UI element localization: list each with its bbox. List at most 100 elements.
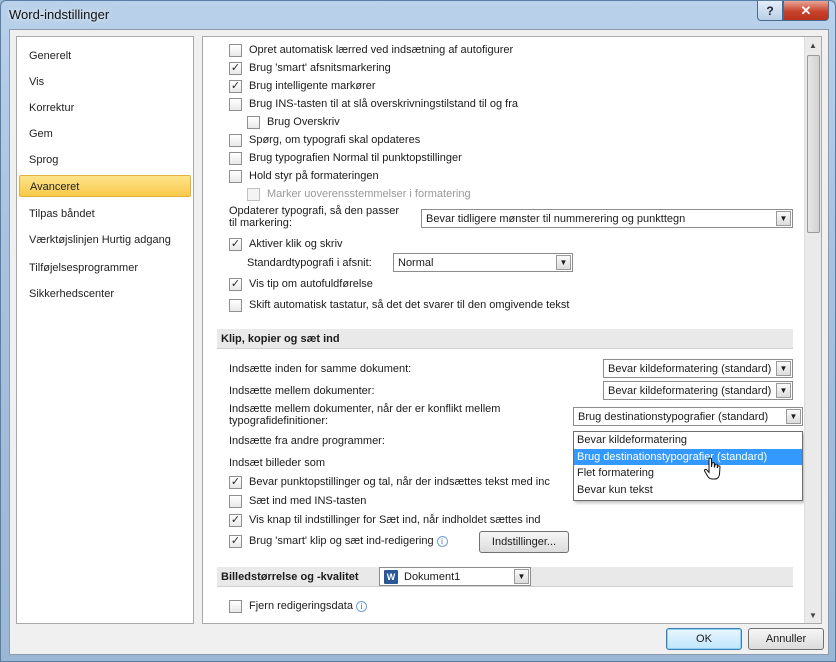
option-label: Sæt ind med INS-tasten — [249, 495, 367, 507]
checkbox[interactable] — [229, 43, 242, 57]
option-label: Brug 'smart' klip og sæt ind-redigering — [249, 535, 434, 547]
checkbox[interactable] — [229, 298, 242, 312]
section-header-paste: Klip, kopier og sæt ind — [217, 329, 793, 349]
cancel-button[interactable]: Annuller — [748, 628, 824, 650]
paste-conflict-dropdown-list: Bevar kildeformatering Brug destinations… — [573, 431, 803, 501]
option-label: Opret automatisk lærred ved indsætning a… — [249, 44, 514, 56]
paste-other-programs-label: Indsætte fra andre programmer: — [229, 435, 385, 447]
dialog-window: Word-indstillinger ? ✕ Generelt Vis Korr… — [0, 0, 836, 662]
help-button[interactable]: ? — [757, 1, 783, 21]
option-smart-cursor[interactable]: ✓ Brug intelligente markører — [229, 77, 376, 95]
close-button[interactable]: ✕ — [783, 1, 829, 21]
info-icon[interactable]: i — [355, 600, 367, 612]
nav-item-vis[interactable]: Vis — [19, 71, 191, 93]
option-label: Brug INS-tasten til at slå overskrivning… — [249, 98, 519, 110]
checkbox-checked[interactable]: ✓ — [229, 79, 242, 93]
checkbox[interactable] — [229, 133, 242, 147]
select-value: Bevar kildeformatering (standard) — [608, 384, 772, 397]
checkbox[interactable] — [229, 97, 242, 111]
nav-item-hurtig-adgang[interactable]: Værktøjslinjen Hurtig adgang — [19, 229, 191, 251]
checkbox-checked[interactable]: ✓ — [229, 237, 242, 251]
dropdown-option-text-only[interactable]: Bevar kun tekst — [574, 482, 802, 499]
option-label: Vis knap til indstillinger for Sæt ind, … — [249, 514, 541, 526]
option-label: Brug 'smart' afsnitsmarkering — [249, 62, 391, 74]
category-nav: Generelt Vis Korrektur Gem Sprog Avancer… — [16, 36, 194, 624]
paste-between-docs-select[interactable]: Bevar kildeformatering (standard) ▼ — [603, 381, 793, 400]
default-paragraph-select[interactable]: Normal ▼ — [393, 253, 573, 272]
option-label: Bevar punktopstillinger og tal, når der … — [249, 476, 550, 488]
checkbox[interactable] — [229, 169, 242, 183]
nav-item-korrektur[interactable]: Korrektur — [19, 97, 191, 119]
option-label: Brug typografien Normal til punktopstill… — [249, 152, 462, 164]
option-label: Aktiver klik og skriv — [249, 238, 343, 250]
dropdown-option-merge-formatting[interactable]: Flet formatering — [574, 465, 802, 482]
scroll-up-icon[interactable]: ▲ — [805, 37, 821, 53]
ok-button[interactable]: OK — [666, 628, 742, 650]
option-paste-options-button[interactable]: ✓ Vis knap til indstillinger for Sæt ind… — [229, 511, 540, 529]
checkbox[interactable] — [229, 599, 242, 613]
option-keep-bullets[interactable]: ✓ Bevar punktopstillinger og tal, når de… — [229, 473, 550, 491]
nav-item-sprog[interactable]: Sprog — [19, 149, 191, 171]
checkbox-checked[interactable]: ✓ — [229, 61, 242, 75]
option-auto-canvas[interactable]: Opret automatisk lærred ved indsætning a… — [229, 41, 513, 59]
option-label: Spørg, om typografi skal opdateres — [249, 134, 421, 146]
option-label: Brug intelligente markører — [249, 80, 376, 92]
scrollbar-thumb[interactable] — [807, 55, 820, 233]
scroll-down-icon[interactable]: ▼ — [805, 607, 821, 623]
image-document-select[interactable]: W Dokument1 ▼ — [379, 567, 531, 586]
content-scrollbar[interactable]: ▲ ▼ — [804, 37, 821, 623]
option-label: Hold styr på formateringen — [249, 170, 379, 182]
option-label: Vis tip om autofuldførelse — [249, 278, 373, 290]
option-overtype[interactable]: Brug Overskriv — [247, 113, 340, 131]
chevron-down-icon[interactable]: ▼ — [776, 361, 791, 376]
option-smart-cut-paste[interactable]: ✓ Brug 'smart' klip og sæt ind-redigerin… — [229, 532, 448, 550]
option-click-and-type[interactable]: ✓ Aktiver klik og skriv — [229, 235, 343, 253]
checkbox-checked[interactable]: ✓ — [229, 277, 242, 291]
dropdown-option-destination-styles[interactable]: Brug destinationstypografier (standard) — [574, 448, 802, 465]
chevron-down-icon[interactable]: ▼ — [786, 409, 801, 424]
chevron-down-icon[interactable]: ▼ — [556, 255, 571, 270]
option-keyboard-switch[interactable]: Skift automatisk tastatur, så det det sv… — [229, 296, 569, 314]
paste-same-doc-select[interactable]: Bevar kildeformatering (standard) ▼ — [603, 359, 793, 378]
dropdown-option-keep-source[interactable]: Bevar kildeformatering — [574, 432, 802, 449]
select-value: Brug destinationstypografier (standard) — [578, 410, 769, 423]
option-discard-editing-data[interactable]: Fjern redigeringsdata i — [229, 597, 367, 615]
chevron-down-icon[interactable]: ▼ — [776, 383, 791, 398]
option-autocomplete-tips[interactable]: ✓ Vis tip om autofuldførelse — [229, 275, 373, 293]
checkbox-checked[interactable]: ✓ — [229, 513, 242, 527]
nav-item-avanceret[interactable]: Avanceret — [19, 175, 191, 197]
checkbox-checked[interactable]: ✓ — [229, 475, 242, 489]
nav-item-generelt[interactable]: Generelt — [19, 45, 191, 67]
paste-settings-button[interactable]: Indstillinger... — [479, 531, 569, 553]
option-label: Fjern redigeringsdata — [249, 600, 353, 612]
option-mark-inconsistencies: Marker uoverensstemmelser i formatering — [247, 185, 471, 203]
option-ins-paste[interactable]: Sæt ind med INS-tasten — [229, 492, 366, 510]
update-style-select[interactable]: Bevar tidligere mønster til nummerering … — [421, 209, 793, 228]
nav-item-sikkerhedscenter[interactable]: Sikkerhedscenter — [19, 283, 191, 305]
checkbox-checked[interactable]: ✓ — [229, 534, 242, 548]
select-value: Bevar tidligere mønster til nummerering … — [426, 212, 686, 225]
checkbox[interactable] — [247, 115, 260, 129]
checkbox[interactable] — [229, 151, 242, 165]
update-style-label-2: til markering: — [229, 217, 292, 229]
option-smart-paragraph[interactable]: ✓ Brug 'smart' afsnitsmarkering — [229, 59, 391, 77]
option-label: Skift automatisk tastatur, så det det sv… — [249, 299, 570, 311]
paste-conflict-label-2: typografidefinitioner: — [229, 415, 329, 427]
nav-item-tilpas-baandet[interactable]: Tilpas båndet — [19, 203, 191, 225]
hand-cursor-icon — [703, 457, 721, 480]
title-bar: Word-indstillinger ? ✕ — [1, 1, 836, 29]
nav-item-tilfoejelser[interactable]: Tilføjelsesprogrammer — [19, 257, 191, 279]
nav-item-gem[interactable]: Gem — [19, 123, 191, 145]
option-track-formatting[interactable]: Hold styr på formateringen — [229, 167, 379, 185]
option-style-update-prompt[interactable]: Spørg, om typografi skal opdateres — [229, 131, 420, 149]
paste-conflict-select[interactable]: Brug destinationstypografier (standard) … — [573, 407, 803, 426]
chevron-down-icon[interactable]: ▼ — [514, 569, 529, 584]
checkbox-disabled — [247, 187, 260, 201]
info-icon[interactable]: i — [436, 535, 448, 547]
option-normal-bullets[interactable]: Brug typografien Normal til punktopstill… — [229, 149, 462, 167]
option-ins-key[interactable]: Brug INS-tasten til at slå overskrivning… — [229, 95, 518, 113]
dialog-client: Generelt Vis Korrektur Gem Sprog Avancer… — [9, 29, 829, 655]
checkbox[interactable] — [229, 494, 242, 508]
chevron-down-icon[interactable]: ▼ — [776, 211, 791, 226]
insert-images-label: Indsæt billeder som — [229, 457, 325, 469]
